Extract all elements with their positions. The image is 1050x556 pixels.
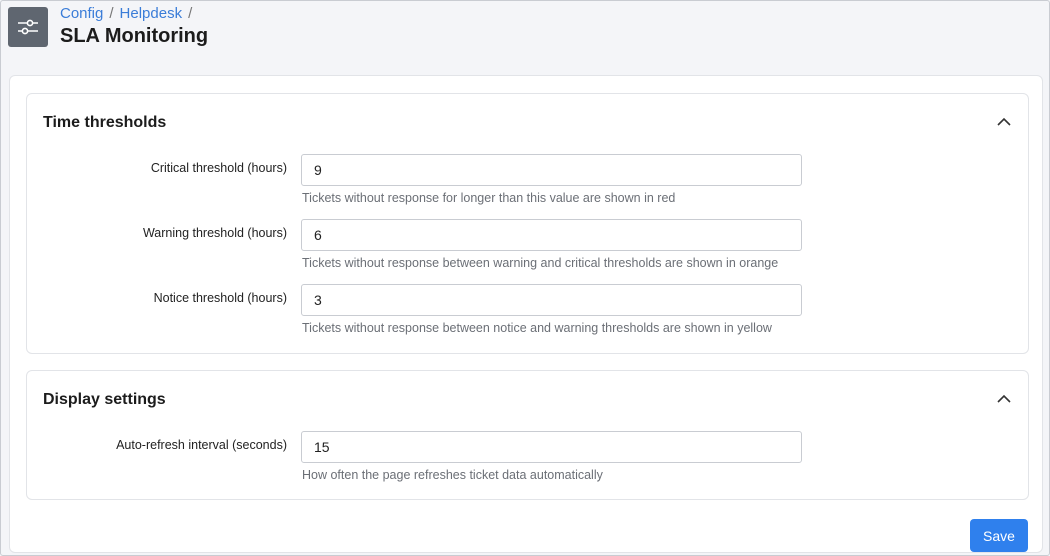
app-window: Config / Helpdesk / SLA Monitoring Time … (0, 0, 1050, 556)
breadcrumb: Config / Helpdesk / (60, 5, 198, 22)
breadcrumb-separator: / (188, 5, 193, 22)
section-title: Time thresholds (43, 114, 167, 131)
page-title: SLA Monitoring (60, 25, 209, 47)
critical-threshold-hint: Tickets without response for longer than… (302, 191, 676, 205)
field-row-notice: Notice threshold (hours) Tickets without… (27, 284, 1030, 344)
time-thresholds-section: Time thresholds Critical threshold (hour… (26, 93, 1029, 354)
field-row-critical: Critical threshold (hours) Tickets witho… (27, 154, 1030, 214)
field-row-auto-refresh: Auto-refresh interval (seconds) How ofte… (27, 431, 1030, 491)
auto-refresh-input[interactable] (301, 431, 802, 463)
notice-threshold-label: Notice threshold (hours) (153, 291, 287, 305)
display-settings-section: Display settings Auto-refresh interval (… (26, 370, 1029, 500)
critical-threshold-input[interactable] (301, 154, 802, 186)
warning-threshold-label: Warning threshold (hours) (142, 226, 287, 240)
chevron-up-icon[interactable] (996, 393, 1012, 405)
field-row-warning: Warning threshold (hours) Tickets withou… (27, 219, 1030, 279)
chevron-up-icon[interactable] (996, 116, 1012, 128)
auto-refresh-label: Auto-refresh interval (seconds) (116, 438, 287, 452)
warning-threshold-hint: Tickets without response between warning… (302, 256, 779, 270)
breadcrumb-config-link[interactable]: Config (60, 5, 103, 22)
breadcrumb-helpdesk-link[interactable]: Helpdesk (120, 5, 183, 22)
section-title: Display settings (43, 391, 166, 408)
auto-refresh-hint: How often the page refreshes ticket data… (302, 468, 603, 482)
critical-threshold-label: Critical threshold (hours) (150, 161, 287, 175)
settings-panel: Time thresholds Critical threshold (hour… (9, 75, 1043, 553)
notice-threshold-hint: Tickets without response between notice … (302, 321, 772, 335)
warning-threshold-input[interactable] (301, 219, 802, 251)
breadcrumb-separator: / (109, 5, 114, 22)
sliders-icon (8, 7, 48, 47)
save-button[interactable]: Save (970, 519, 1028, 552)
notice-threshold-input[interactable] (301, 284, 802, 316)
